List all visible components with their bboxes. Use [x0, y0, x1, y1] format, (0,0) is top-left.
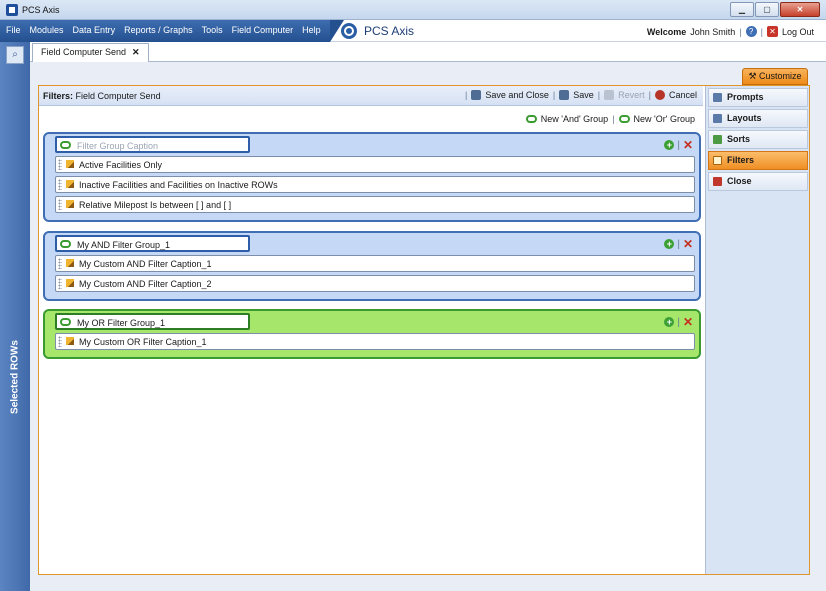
or-group-icon	[618, 115, 630, 123]
minimize-button[interactable]: ▁	[730, 2, 754, 17]
pencil-icon[interactable]	[66, 180, 74, 188]
tab-close-icon[interactable]: ✕	[132, 44, 140, 62]
drag-handle[interactable]	[58, 258, 62, 269]
sidebar-item-layouts[interactable]: Layouts	[708, 109, 808, 128]
filter-icon	[713, 156, 722, 165]
and-group-icon	[60, 141, 71, 149]
new-and-group-link[interactable]: New 'And' Group	[541, 114, 608, 124]
filters-label: Filters:	[43, 91, 74, 101]
delete-group-icon[interactable]: ✕	[683, 138, 693, 152]
left-strip: ⌕ Selected ROWs	[0, 42, 30, 591]
menu-file[interactable]: File	[6, 25, 21, 35]
group-caption-input[interactable]: My OR Filter Group_1	[55, 313, 250, 330]
menu-reports-graphs[interactable]: Reports / Graphs	[124, 25, 193, 35]
group-caption-placeholder: Filter Group Caption	[77, 141, 159, 151]
logo-icon	[341, 23, 357, 39]
maximize-button[interactable]: ▢	[755, 2, 779, 17]
filter-row[interactable]: My Custom OR Filter Caption_1	[55, 333, 695, 350]
welcome-label: Welcome	[646, 26, 687, 37]
menu-bar: File Modules Data Entry Reports / Graphs…	[0, 20, 826, 42]
sidebar-item-filters[interactable]: Filters	[708, 151, 808, 170]
filters-panel: Filters: Field Computer Send | Save and …	[38, 85, 810, 575]
pencil-icon[interactable]	[66, 337, 74, 345]
save-and-close-button[interactable]: Save and Close	[485, 90, 549, 100]
save-close-icon	[471, 90, 482, 100]
add-filter-icon[interactable]: +	[664, 140, 675, 150]
drag-handle[interactable]	[58, 336, 62, 347]
drag-handle[interactable]	[58, 278, 62, 289]
add-filter-icon[interactable]: +	[664, 317, 675, 327]
delete-group-icon[interactable]: ✕	[683, 315, 693, 329]
sidebar-item-sorts[interactable]: Sorts	[708, 130, 808, 149]
sorts-icon	[713, 135, 722, 144]
filters-header: Filters: Field Computer Send | Save and …	[39, 86, 703, 106]
filter-group-or: My OR Filter Group_1 + | ✕ My Custom OR …	[43, 309, 701, 359]
pencil-icon[interactable]	[66, 259, 74, 267]
menu-modules[interactable]: Modules	[30, 25, 64, 35]
group-caption-text: My AND Filter Group_1	[77, 240, 171, 250]
filter-group-and: Filter Group Caption + | ✕ Active Facili…	[43, 132, 701, 222]
filter-row[interactable]: My Custom AND Filter Caption_1	[55, 255, 695, 272]
filter-row[interactable]: Active Facilities Only	[55, 156, 695, 173]
group-caption-input[interactable]: Filter Group Caption	[55, 136, 250, 153]
group-caption-text: My OR Filter Group_1	[77, 318, 166, 328]
pencil-icon[interactable]	[66, 160, 74, 168]
sidebar-item-prompts[interactable]: Prompts	[708, 88, 808, 107]
cancel-icon	[654, 90, 665, 100]
customize-sidebar: Prompts Layouts Sorts Filters Close	[705, 86, 809, 574]
and-group-icon	[525, 115, 537, 123]
pencil-icon[interactable]	[66, 200, 74, 208]
prompts-icon	[713, 93, 722, 102]
user-name: John Smith	[690, 26, 736, 37]
help-icon[interactable]: ?	[745, 26, 757, 37]
title-bar: PCS Axis ▁ ▢ ✕	[0, 0, 826, 20]
selected-rows-panel-toggle[interactable]: Selected ROWs	[9, 332, 21, 422]
window-controls: ▁ ▢ ✕	[730, 2, 820, 17]
logout-icon[interactable]: ✕	[766, 26, 778, 37]
filter-row[interactable]: Relative Milepost Is between [ ] and [ ]	[55, 196, 695, 213]
revert-icon	[604, 90, 615, 100]
tab-strip: Field Computer Send ✕	[30, 42, 826, 62]
save-button[interactable]: Save	[573, 90, 594, 100]
menu-field-computer[interactable]: Field Computer	[232, 25, 294, 35]
new-or-group-link[interactable]: New 'Or' Group	[634, 114, 695, 124]
revert-button[interactable]: Revert	[618, 90, 645, 100]
save-icon	[559, 90, 570, 100]
user-area: Welcome John Smith | ? | ✕ Log Out	[646, 26, 814, 37]
app-icon	[6, 4, 18, 16]
menu-help[interactable]: Help	[302, 25, 321, 35]
delete-group-icon[interactable]: ✕	[683, 237, 693, 251]
and-group-icon	[60, 240, 71, 248]
group-links: New 'And' Group | New 'Or' Group	[525, 114, 695, 124]
drag-handle[interactable]	[58, 159, 62, 170]
customize-button[interactable]: ⚒ Customize	[742, 68, 808, 85]
wrench-icon: ⚒	[748, 71, 757, 81]
tab-label: Field Computer Send	[41, 47, 127, 57]
drag-handle[interactable]	[58, 179, 62, 190]
tab-field-computer-send[interactable]: Field Computer Send ✕	[32, 43, 149, 62]
logout-link[interactable]: Log Out	[782, 27, 814, 37]
pencil-icon[interactable]	[66, 279, 74, 287]
or-group-icon	[60, 318, 71, 326]
filter-row[interactable]: My Custom AND Filter Caption_2	[55, 275, 695, 292]
close-window-button[interactable]: ✕	[780, 2, 820, 17]
filter-group-and: My AND Filter Group_1 + | ✕ My Custom AN…	[43, 231, 701, 301]
group-caption-input[interactable]: My AND Filter Group_1	[55, 235, 250, 252]
close-icon	[713, 177, 722, 186]
cancel-button[interactable]: Cancel	[669, 90, 697, 100]
main-area: ⚒ Customize Filters: Field Computer Send…	[30, 62, 826, 591]
drag-handle[interactable]	[58, 199, 62, 210]
window-title: PCS Axis	[22, 5, 60, 15]
menu-data-entry[interactable]: Data Entry	[73, 25, 116, 35]
search-icon[interactable]: ⌕	[6, 46, 24, 64]
menu-tools[interactable]: Tools	[202, 25, 223, 35]
filter-row[interactable]: Inactive Facilities and Facilities on In…	[55, 176, 695, 193]
filters-name: Field Computer Send	[75, 91, 161, 101]
logo-text: PCS Axis	[364, 24, 415, 38]
add-filter-icon[interactable]: +	[664, 239, 675, 249]
selected-rows-label: Selected ROWs	[9, 340, 21, 414]
menu-background: File Modules Data Entry Reports / Graphs…	[0, 20, 344, 42]
layouts-icon	[713, 114, 722, 123]
sidebar-item-close[interactable]: Close	[708, 172, 808, 191]
